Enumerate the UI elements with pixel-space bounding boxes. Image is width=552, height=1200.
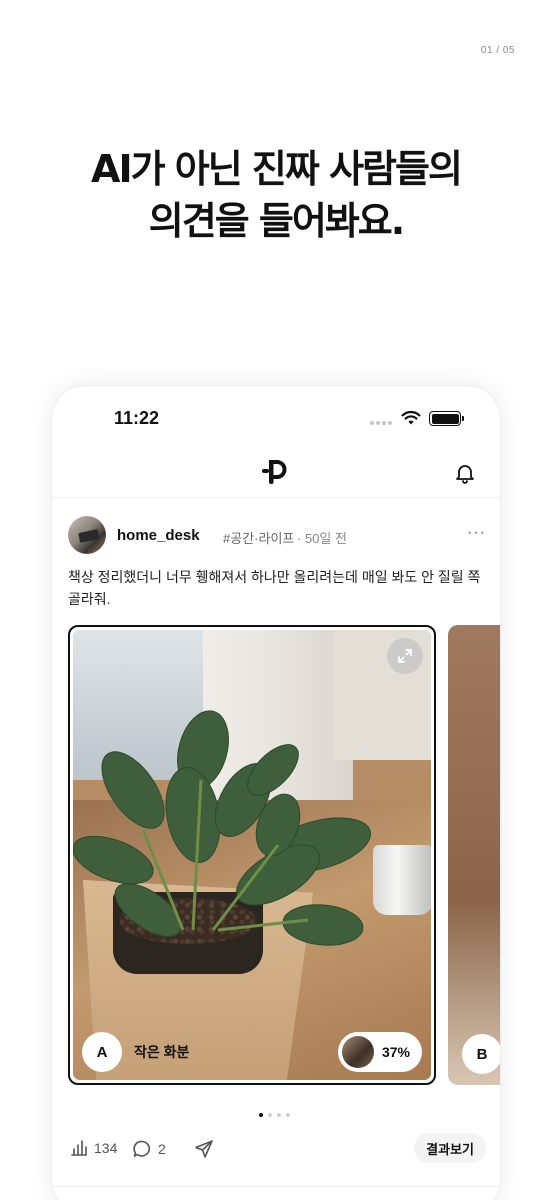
option-card-a[interactable]: A 작은 화분 37% [68,625,436,1085]
status-time: 11:22 [114,408,160,428]
voter-avatar [341,1036,374,1068]
send-icon[interactable] [194,1139,214,1159]
bell-icon[interactable] [454,462,476,484]
comments-count: 2 [158,1141,166,1157]
bar-chart-icon [71,1140,87,1156]
carousel-dot [286,1113,290,1117]
battery-icon [429,411,464,426]
more-icon[interactable]: ··· [467,524,486,542]
divider [52,1186,500,1187]
page-counter: 01 / 05 [480,45,515,56]
option-letter-badge: A [82,1032,122,1072]
headline-line-1: AI가 아닌 진짜 사람들의 [91,147,463,191]
option-card-b[interactable]: B [448,625,500,1085]
wifi-icon [401,410,421,425]
app-header [52,446,500,498]
option-label: 작은 화분 [134,1044,190,1060]
username[interactable]: home_desk [117,527,200,544]
status-bar: 11:22 [52,386,500,446]
expand-icon[interactable] [387,638,423,674]
comment-bubble-icon [133,1140,151,1157]
avatar[interactable] [68,516,106,554]
p-logo-icon[interactable] [261,458,291,488]
post-header: home_desk #공간·라이프 · 50일 전 ··· [68,514,486,554]
phone-mockup: 11:22 home_desk #공간·라이프 · 50일 전 ··· 책상 정… [51,385,501,1200]
option-label-row: A 작은 화분 [82,1032,189,1072]
signal-icon [370,421,392,425]
votes-count: 134 [94,1140,118,1156]
post-footer: 134 2 결과보기 [68,1131,486,1165]
category-tag[interactable]: #공간·라이프 [223,528,294,547]
carousel-dot [277,1113,281,1117]
carousel-dot [268,1113,272,1117]
results-button[interactable]: 결과보기 [414,1133,486,1163]
comments-stat[interactable]: 2 [132,1139,166,1159]
votes-stat[interactable]: 134 [70,1139,117,1157]
carousel-dots [259,1113,290,1117]
vote-percent: 37% [381,1044,410,1060]
post-time: · 50일 전 [297,531,347,546]
option-image[interactable]: A 작은 화분 37% [73,630,431,1080]
option-letter-badge: B [462,1034,500,1074]
headline-line-2: 의견을 들어봐요. [148,199,405,243]
headline: AI가 아닌 진짜 사람들의 의견을 들어봐요. [0,143,552,247]
carousel-dot [259,1113,263,1117]
post-body: 책상 정리했더니 너무 휑해져서 하나만 올리려는데 매일 봐도 안 질릴 쪽 … [68,569,481,607]
vote-percent-pill: 37% [337,1032,422,1072]
